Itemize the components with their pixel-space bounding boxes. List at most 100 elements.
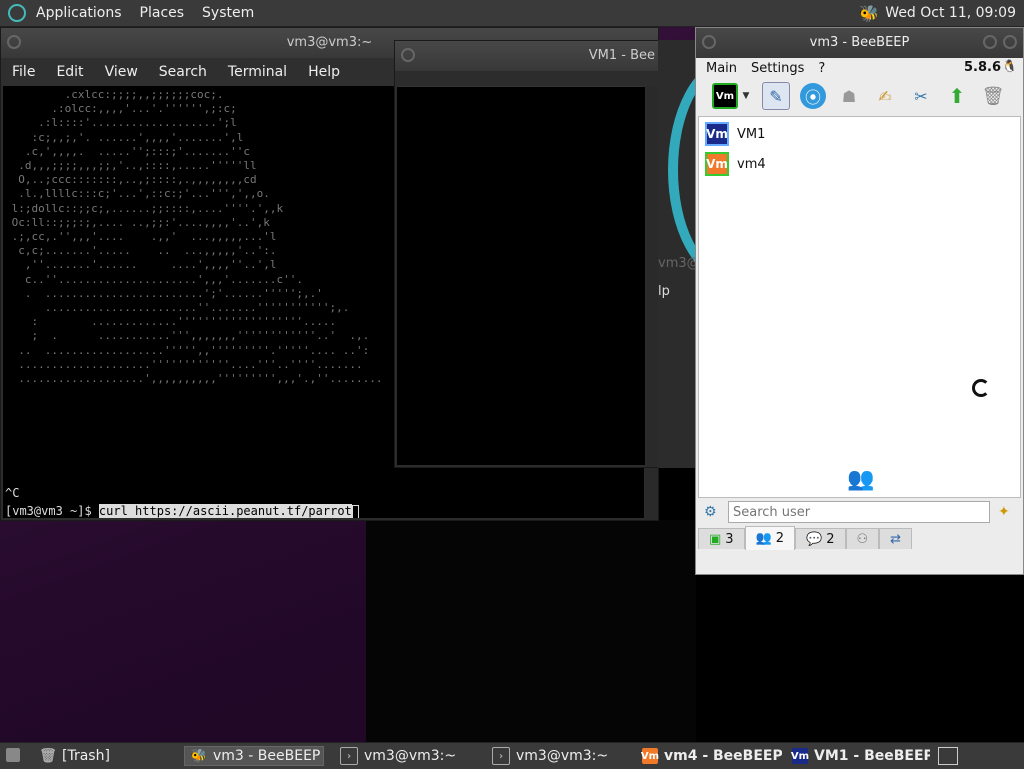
linux-icon: 🐧 bbox=[1002, 59, 1017, 73]
beebeep-icon: 🐝 bbox=[190, 748, 208, 764]
groups-icon: ⚇ bbox=[856, 531, 869, 547]
selected-command[interactable]: curl https://ascii.peanut.tf/parrot bbox=[98, 504, 352, 518]
update-icon[interactable]: ⬆ bbox=[944, 83, 970, 109]
users-online-icon: ▣ bbox=[709, 531, 722, 547]
edit-profile-icon[interactable]: ✎ bbox=[762, 82, 790, 110]
user-name: vm4 bbox=[737, 156, 766, 172]
interrupt-line: ^C bbox=[5, 486, 20, 500]
task-beebeep-vm3[interactable]: 🐝 vm3 - BeeBEEP bbox=[184, 746, 324, 766]
menu-applications[interactable]: Applications bbox=[36, 5, 122, 21]
menu-fragment: lp bbox=[658, 284, 670, 299]
second-terminal-screen[interactable] bbox=[397, 86, 645, 465]
tab-count: 3 bbox=[725, 531, 734, 547]
menu-edit[interactable]: Edit bbox=[56, 64, 83, 80]
search-row: ⚙ ✦ bbox=[698, 498, 1021, 526]
task-trash[interactable]: 🗑 [Trash] bbox=[34, 746, 174, 766]
menu-system[interactable]: System bbox=[202, 5, 254, 21]
menu-view[interactable]: View bbox=[105, 64, 138, 80]
tab-count: 2 bbox=[775, 531, 785, 546]
menu-help[interactable]: Help bbox=[308, 64, 340, 80]
user-name: VM1 bbox=[737, 126, 766, 142]
task-label: vm3@vm3:~ bbox=[516, 748, 609, 764]
beebeep-menubar: Main Settings ? 5.8.6 🐧 bbox=[696, 58, 1023, 78]
beebeep-tabs: ▣ 3 👥 2 💬 2 ⚇ ⇄ bbox=[698, 526, 1021, 550]
search-user-input[interactable] bbox=[728, 501, 990, 523]
group-icon: 👥 bbox=[755, 531, 772, 546]
task-terminal-2[interactable]: › vm3@vm3:~ bbox=[486, 746, 626, 766]
minimize-button[interactable] bbox=[983, 35, 997, 49]
show-desktop-icon[interactable] bbox=[6, 748, 20, 762]
second-terminal-titlebar[interactable]: VM1 - Bee bbox=[395, 41, 659, 71]
task-beebeep-vm4[interactable]: Vm vm4 - BeeBEEP ... bbox=[636, 746, 782, 766]
task-label: vm4 - BeeBEEP ... bbox=[664, 748, 782, 764]
tools-icon[interactable]: ✂ bbox=[908, 83, 934, 109]
menu-help[interactable]: ? bbox=[818, 61, 825, 76]
window-title-fragment: vm3@ bbox=[658, 256, 698, 271]
task-label: vm3@vm3:~ bbox=[364, 748, 457, 764]
clock[interactable]: Wed Oct 11, 09:09 bbox=[885, 5, 1016, 21]
search-options-icon[interactable]: ⚙ bbox=[704, 504, 717, 520]
window-menu-icon[interactable] bbox=[702, 35, 716, 49]
share-icon: ⇄ bbox=[890, 531, 902, 547]
terminal-icon: › bbox=[340, 747, 358, 765]
lock-icon[interactable]: ☗ bbox=[836, 83, 862, 109]
users-group-icon: 👥 bbox=[847, 467, 875, 492]
status-button[interactable]: Vm bbox=[712, 83, 738, 109]
tab-groups[interactable]: 👥 2 bbox=[744, 526, 796, 550]
menu-settings[interactable]: Settings bbox=[751, 61, 804, 76]
prompt-line: [vm3@vm3 ~]$ curl https://ascii.peanut.t… bbox=[5, 504, 359, 518]
loading-spinner-icon bbox=[972, 379, 990, 397]
ascii-parrot-output: .cxlcc:;;;;,,;;;;;;coc;. .:olcc:,,,,'...… bbox=[11, 88, 383, 386]
user-item-vm4[interactable]: Vm vm4 bbox=[705, 151, 766, 177]
window-title: vm3 - BeeBEEP bbox=[809, 35, 910, 50]
menu-main[interactable]: Main bbox=[706, 61, 737, 76]
chevron-down-icon[interactable]: ▼ bbox=[740, 83, 752, 109]
clock-area: 🐝 Wed Oct 11, 09:09 bbox=[859, 0, 1016, 26]
tab-saved-groups[interactable]: ⚇ bbox=[845, 528, 880, 549]
vm-icon: Vm bbox=[791, 748, 809, 764]
trash-icon[interactable]: 🗑 bbox=[980, 83, 1006, 109]
vm-icon: Vm bbox=[641, 748, 659, 764]
menu-search[interactable]: Search bbox=[159, 64, 207, 80]
window-menu-icon[interactable] bbox=[7, 35, 21, 49]
window-title: VM1 - Bee bbox=[588, 48, 655, 63]
text-cursor bbox=[351, 504, 359, 518]
vm4-avatar-icon: Vm bbox=[705, 152, 729, 176]
decorative-ring bbox=[668, 60, 698, 280]
vm1-avatar-icon: Vm bbox=[705, 122, 729, 146]
trash-icon: 🗑 bbox=[39, 748, 57, 764]
menu-terminal[interactable]: Terminal bbox=[228, 64, 287, 80]
menu-file[interactable]: File bbox=[12, 64, 35, 80]
beebeep-tray-icon[interactable]: 🐝 bbox=[859, 4, 879, 23]
terminal-icon: › bbox=[492, 747, 510, 765]
close-button[interactable] bbox=[1003, 35, 1017, 49]
system-logo-icon[interactable] bbox=[8, 4, 26, 22]
task-label: [Trash] bbox=[62, 748, 110, 764]
shell-prompt: [vm3@vm3 ~]$ bbox=[5, 504, 99, 518]
write-message-icon[interactable]: ✍ bbox=[872, 83, 898, 109]
second-terminal-window: VM1 - Bee bbox=[394, 40, 660, 468]
vm1-window-fragment: vm3@ lp bbox=[658, 40, 698, 468]
task-terminal-1[interactable]: › vm3@vm3:~ bbox=[334, 746, 474, 766]
background-terminal-area bbox=[366, 520, 696, 742]
clear-search-icon[interactable]: ✦ bbox=[998, 504, 1010, 520]
tab-users[interactable]: ▣ 3 bbox=[698, 528, 745, 549]
tab-chats[interactable]: 💬 2 bbox=[795, 528, 846, 549]
workspace-switcher-icon[interactable] bbox=[938, 747, 958, 765]
user-item-vm1[interactable]: Vm VM1 bbox=[705, 121, 765, 147]
network-icon[interactable]: ⦿ bbox=[800, 83, 826, 109]
bottom-panel: 🗑 [Trash] 🐝 vm3 - BeeBEEP › vm3@vm3:~ › … bbox=[0, 742, 1024, 769]
chat-icon: 💬 bbox=[806, 531, 823, 547]
beebeep-window: vm3 - BeeBEEP Main Settings ? 5.8.6 🐧 Vm… bbox=[695, 27, 1024, 575]
menu-places[interactable]: Places bbox=[140, 5, 185, 21]
task-label: VM1 - BeeBEEP ... bbox=[814, 748, 930, 764]
window-menu-icon[interactable] bbox=[401, 48, 415, 62]
beebeep-toolbar: Vm ▼ ✎ ⦿ ☗ ✍ ✂ ⬆ 🗑 bbox=[696, 78, 1023, 114]
tab-count: 2 bbox=[826, 531, 835, 547]
tab-file-share[interactable]: ⇄ bbox=[879, 528, 913, 549]
user-list: Vm VM1 Vm vm4 👥 bbox=[698, 116, 1021, 498]
task-label: vm3 - BeeBEEP bbox=[213, 748, 321, 764]
beebeep-titlebar[interactable]: vm3 - BeeBEEP bbox=[696, 28, 1023, 58]
task-beebeep-vm1[interactable]: Vm VM1 - BeeBEEP ... bbox=[786, 746, 930, 766]
version-label: 5.8.6 bbox=[963, 60, 1001, 75]
